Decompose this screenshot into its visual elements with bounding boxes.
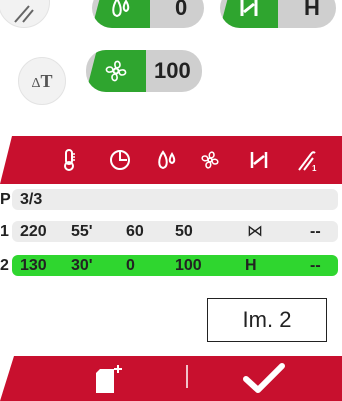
fan-icon (201, 151, 219, 169)
table-row-active[interactable]: 130 30' 0 100 H -- (12, 255, 338, 276)
step-extra: -- (310, 257, 321, 274)
step-damper: H (245, 257, 257, 274)
step-index: 2 (0, 257, 9, 274)
step-humidity: 0 (126, 257, 135, 274)
fan-pill[interactable]: 100 (86, 50, 202, 92)
humidity-value: 0 (175, 0, 188, 20)
step-temperature: 130 (20, 257, 47, 274)
fan-green-segment (86, 50, 146, 92)
damper-green-segment (220, 0, 278, 28)
temperature-icon (64, 149, 75, 171)
program-row[interactable]: 3/3 (12, 189, 338, 210)
confirm-check-icon[interactable] (240, 362, 288, 396)
step-temperature: 220 (20, 223, 47, 240)
probe-icon (14, 5, 34, 23)
damper-icon (250, 152, 268, 168)
humidity-icon (158, 150, 176, 170)
step-fan: 100 (175, 257, 202, 274)
humidity-icon (112, 0, 130, 18)
add-step-icon[interactable] (92, 363, 126, 395)
damper-mode-glyph: H (304, 0, 320, 20)
step-time: 55' (71, 223, 93, 240)
step-damper: ⋈ (247, 223, 263, 240)
step-extra: -- (310, 223, 321, 240)
probe-1-icon: 1 (298, 151, 317, 172)
bottom-action-bar (0, 356, 342, 401)
damper-pill[interactable]: H (220, 0, 336, 28)
delta-t-button[interactable]: ΔT (18, 57, 66, 105)
program-value: 3/3 (20, 191, 43, 208)
humidity-pill[interactable]: 0 (92, 0, 204, 28)
program-row-label: P (0, 191, 11, 208)
step-humidity: 60 (126, 223, 144, 240)
delta-t-label: ΔT (31, 70, 53, 91)
timer-icon (110, 150, 130, 170)
fan-icon (105, 60, 127, 82)
step-fan: 50 (175, 223, 193, 240)
humidity-green-segment (92, 0, 150, 28)
image-annotation: Im. 2 (207, 298, 327, 342)
step-time: 30' (71, 257, 93, 274)
probe-mode-button[interactable] (0, 0, 50, 28)
svg-text:1: 1 (312, 164, 317, 172)
step-index: 1 (0, 223, 9, 240)
fan-value: 100 (154, 58, 191, 83)
damper-open-icon (240, 0, 258, 16)
table-row[interactable]: 220 55' 60 50 ⋈ -- (12, 221, 338, 242)
